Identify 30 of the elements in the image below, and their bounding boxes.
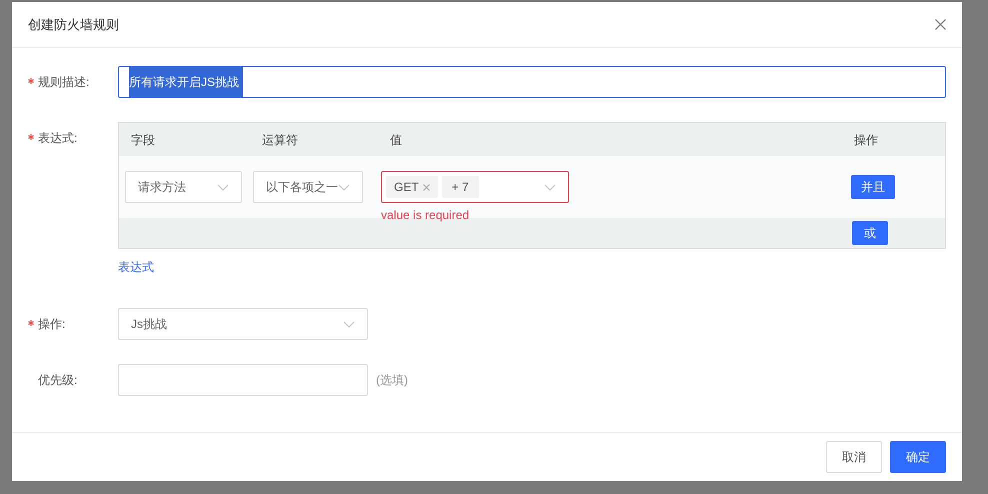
field-label: 操作: xyxy=(38,316,66,333)
optional-hint: (选填) xyxy=(376,372,408,389)
field-label: 优先级: xyxy=(38,372,78,389)
field-label: 规则描述: xyxy=(38,74,90,91)
chevron-down-icon xyxy=(217,184,229,190)
or-button[interactable]: 或 xyxy=(852,221,888,245)
column-header: 操作 xyxy=(853,132,879,148)
column-header: 字段 xyxy=(130,132,156,148)
column-header: 运算符 xyxy=(261,132,299,148)
value-tag: GET xyxy=(386,176,438,198)
remove-icon[interactable] xyxy=(422,184,430,190)
description-field[interactable]: 所有请求开启JS挑战 xyxy=(118,66,946,98)
cancel-button[interactable]: 取消 xyxy=(826,441,882,473)
operator-select[interactable]: 以下各项之一 xyxy=(253,171,363,203)
field-select[interactable]: 请求方法 xyxy=(125,171,242,203)
confirm-button[interactable]: 确定 xyxy=(890,441,946,473)
column-header: 值 xyxy=(389,132,403,148)
close-icon[interactable] xyxy=(935,19,946,30)
and-button[interactable]: 并且 xyxy=(851,175,895,199)
field-label: 表达式: xyxy=(38,130,78,147)
dialog-title: 创建防火墙规则 xyxy=(28,16,119,34)
value-select[interactable]: GET + 7 xyxy=(381,171,569,203)
chevron-down-icon xyxy=(343,320,355,328)
priority-field[interactable] xyxy=(118,364,368,396)
chevron-down-icon xyxy=(338,184,350,190)
more-tag: + 7 xyxy=(442,176,479,198)
chevron-down-icon xyxy=(544,184,556,190)
action-select[interactable]: Js挑战 xyxy=(118,308,368,340)
add-expression-link[interactable]: 表达式 xyxy=(118,258,154,276)
error-message: value is required xyxy=(381,207,470,224)
